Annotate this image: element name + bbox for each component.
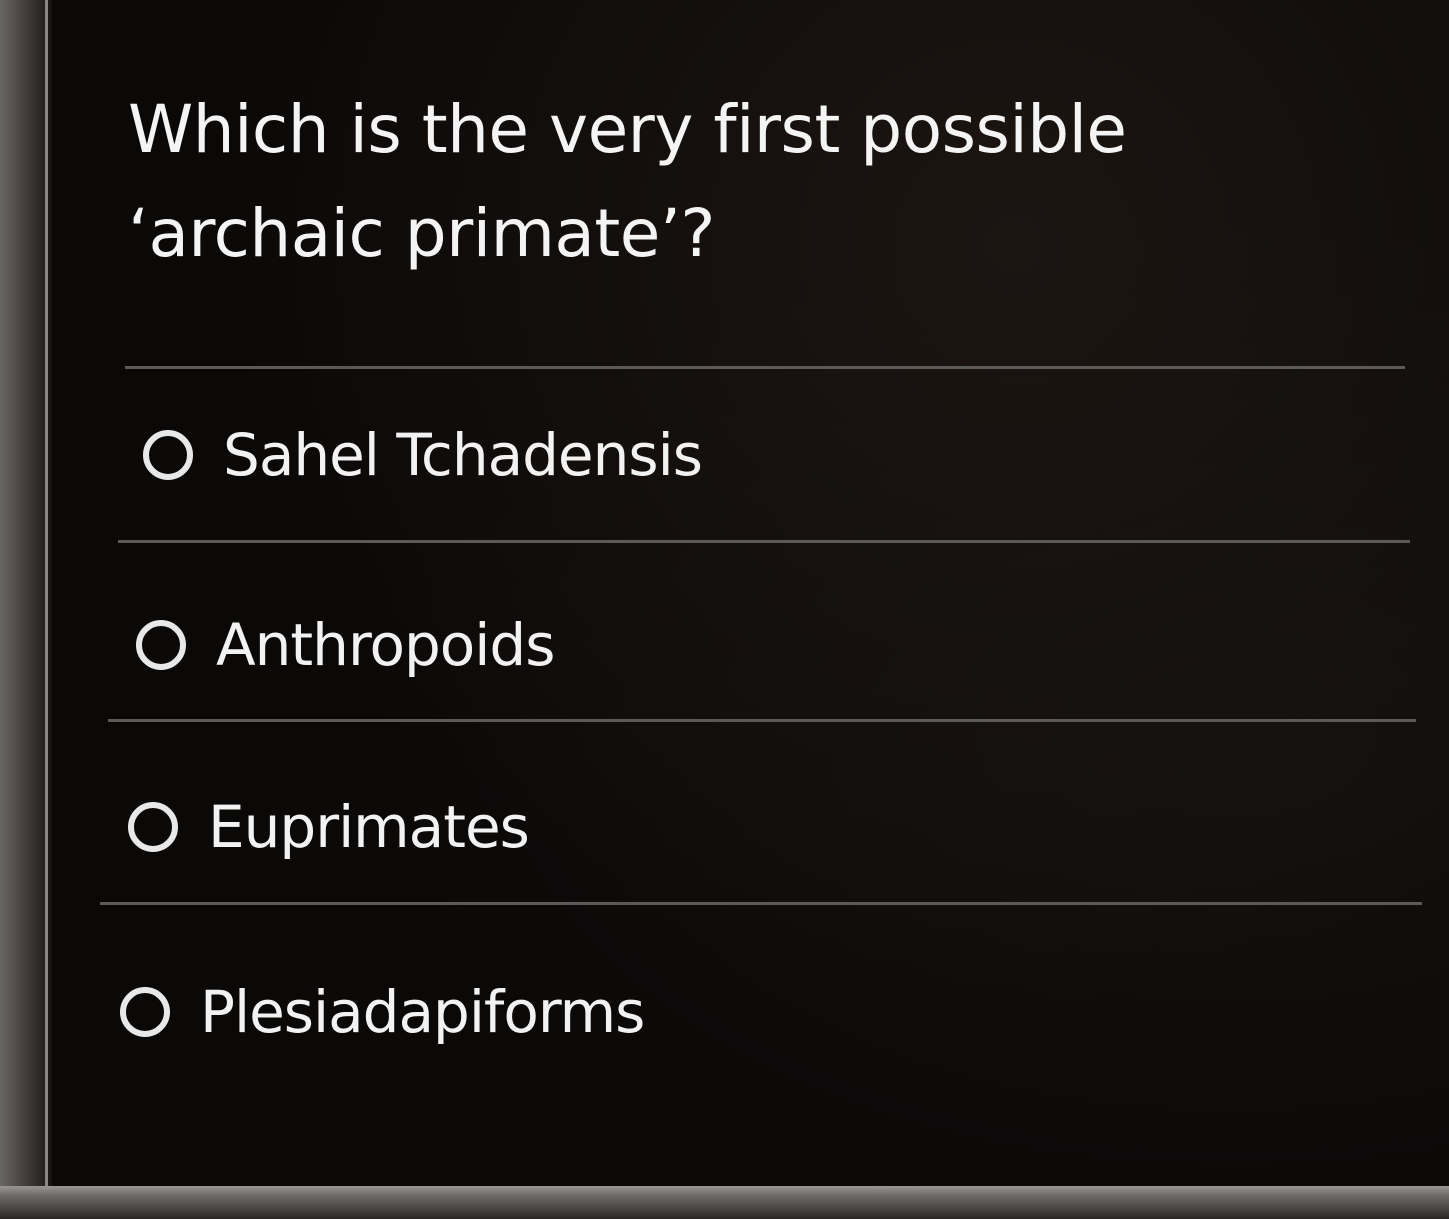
answer-option-label: Sahel Tchadensis [223, 421, 703, 489]
answer-option-2[interactable]: Anthropoids [136, 595, 555, 695]
divider [100, 902, 1422, 905]
answer-option-1[interactable]: Sahel Tchadensis [143, 405, 703, 505]
screen-bezel-bottom [0, 1186, 1449, 1219]
radio-button-icon[interactable] [120, 987, 170, 1037]
divider [108, 719, 1416, 722]
answer-option-label: Euprimates [208, 793, 530, 861]
answer-option-3[interactable]: Euprimates [128, 777, 530, 877]
answer-option-4[interactable]: Plesiadapiforms [120, 962, 645, 1062]
radio-button-icon[interactable] [143, 430, 193, 480]
question-text: Which is the very first possible ‘archai… [128, 91, 1127, 272]
screen-bezel-left [0, 0, 52, 1219]
radio-button-icon[interactable] [136, 620, 186, 670]
answer-option-label: Anthropoids [216, 611, 555, 679]
divider [125, 366, 1405, 369]
radio-button-icon[interactable] [128, 802, 178, 852]
divider [118, 540, 1410, 543]
answer-option-label: Plesiadapiforms [200, 978, 645, 1046]
